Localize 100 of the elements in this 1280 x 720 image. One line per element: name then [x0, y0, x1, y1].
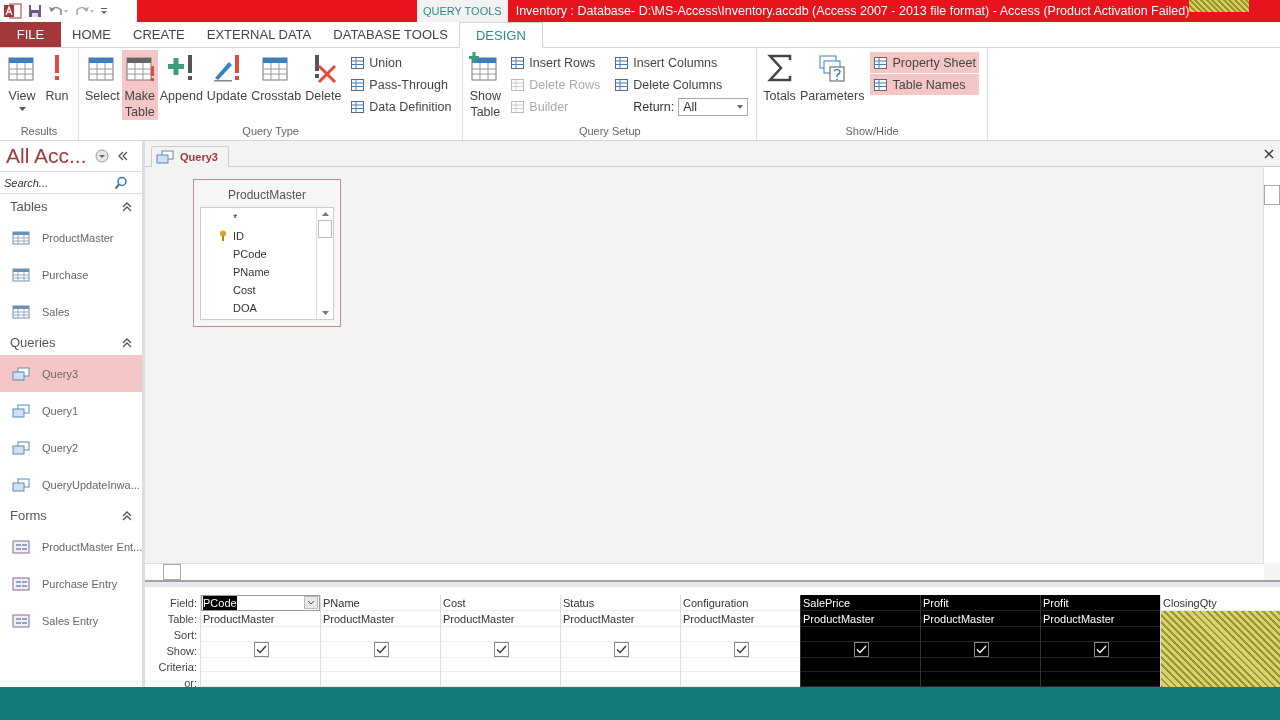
file-tab[interactable]: FILE [0, 22, 61, 47]
table-field-list[interactable]: ProductMaster * ID PCode PName Cost DOA [193, 179, 341, 327]
ribbon-tab[interactable]: CREATE [122, 22, 196, 47]
nav-item[interactable]: Sales Entry [0, 602, 142, 639]
ribbon-button[interactable]: Make Table [121, 50, 158, 120]
field-name[interactable]: * [217, 212, 238, 224]
table-name: ProductMaster [227, 187, 307, 204]
ribbon-button[interactable]: Update [204, 50, 250, 120]
dropdown-icon[interactable] [304, 596, 318, 609]
table-cell[interactable]: ProductMaster [561, 611, 680, 627]
field-cell[interactable]: Status [561, 595, 680, 611]
undo-icon[interactable] [48, 4, 68, 18]
ribbon-button[interactable]: Pass-Through [347, 74, 455, 95]
collapse-icon[interactable] [122, 201, 132, 212]
ribbon-button[interactable]: View [4, 50, 40, 120]
dropdown-icon[interactable] [94, 149, 109, 163]
checkbox[interactable] [614, 641, 629, 657]
close-icon[interactable] [1264, 148, 1274, 159]
ribbon-tab[interactable]: HOME [61, 22, 122, 47]
collapse-pane-icon[interactable] [116, 151, 129, 161]
query-icon [156, 150, 174, 164]
field-cell[interactable]: Profit [1041, 595, 1160, 611]
ribbon-button[interactable]: Delete Columns [611, 74, 749, 95]
nav-item[interactable]: Query2 [0, 429, 142, 466]
ribbon-tab[interactable]: DESIGN [458, 22, 543, 48]
table-cell[interactable]: ProductMaster [321, 611, 440, 627]
nav-item[interactable]: ProductMaster [0, 219, 142, 256]
table-icon [12, 304, 30, 319]
checkbox[interactable] [974, 641, 989, 657]
ribbon-button[interactable]: Show Table [467, 50, 504, 120]
vertical-scrollbar[interactable] [1263, 167, 1280, 563]
nav-item[interactable]: QueryUpdateInwa... [0, 466, 142, 503]
caret-icon [737, 105, 744, 109]
ribbon-button[interactable]: Delete [303, 50, 344, 120]
ribbon-button[interactable]: Insert Columns [611, 52, 749, 73]
table-icon [510, 99, 527, 114]
nav-item[interactable]: Query1 [0, 392, 142, 429]
field-name[interactable]: Cost [217, 284, 256, 296]
horizontal-scrollbar[interactable] [145, 563, 1264, 580]
collapse-icon[interactable] [122, 337, 132, 348]
field-name[interactable]: PCode [217, 248, 267, 260]
field-name[interactable]: ID [217, 230, 244, 242]
scroll-thumb[interactable] [318, 220, 332, 238]
table-icon [350, 55, 367, 70]
scroll-thumb[interactable] [1264, 185, 1280, 205]
ribbon-button[interactable]: Insert Rows [507, 52, 604, 73]
key-icon [219, 230, 227, 242]
checkbox[interactable] [494, 641, 509, 657]
ribbon-tab[interactable]: EXTERNAL DATA [195, 22, 323, 47]
up-arrow-icon[interactable] [321, 212, 329, 216]
window-title: Inventory : Database- D:\MS-Access\Inventory.accdb (Access 2007 - 2013 file format) - Access (Product Activation Failed) [514, 3, 1190, 20]
navigation-pane-title: All Acc... [6, 144, 87, 168]
ribbon-tab[interactable]: DATABASE TOOLS [322, 22, 459, 47]
scroll-thumb[interactable] [163, 564, 181, 580]
nav-item[interactable]: Query3 [0, 355, 142, 392]
save-icon[interactable] [28, 4, 42, 18]
nav-item[interactable]: Purchase [0, 256, 142, 293]
hatched-patch [1189, 0, 1250, 12]
ribbon-button[interactable]: Select [83, 50, 122, 120]
checkbox[interactable] [734, 641, 749, 657]
ribbon-button[interactable]: Crosstab [249, 50, 304, 120]
scrollbar[interactable] [316, 208, 333, 319]
search-icon[interactable] [114, 175, 128, 190]
document-tab[interactable]: Query3 [151, 146, 229, 167]
table-icon [350, 99, 367, 114]
collapse-icon[interactable] [122, 510, 132, 521]
ribbon-button[interactable]: Parameters [797, 50, 867, 120]
form-icon [12, 576, 30, 591]
nav-item[interactable]: ProductMaster Ent... [0, 528, 142, 565]
down-arrow-icon[interactable] [321, 311, 329, 315]
ribbon-button[interactable]: Append [157, 50, 205, 120]
table-cell[interactable]: ProductMaster [1041, 611, 1160, 627]
field-cell[interactable]: PCode [201, 595, 320, 611]
field-cell[interactable]: Cost [441, 595, 560, 611]
table-cell[interactable]: ProductMaster [441, 611, 560, 627]
nav-section-header: Forms [10, 508, 47, 523]
table-icon [12, 230, 30, 245]
ribbon-button[interactable]: Table Names [870, 74, 979, 95]
field-name[interactable]: DOA [217, 302, 257, 314]
table-icon [873, 77, 890, 92]
ribbon-group-label: Query Type [241, 125, 300, 139]
checkbox[interactable] [254, 641, 269, 657]
ribbon-button[interactable]: Totals [761, 50, 798, 120]
ribbon-button[interactable]: Union [347, 52, 455, 73]
table-cell[interactable]: ProductMaster [201, 611, 320, 627]
query-tools-label: QUERY TOOLS [417, 0, 508, 22]
ribbon-button[interactable]: Property Sheet [870, 52, 979, 73]
nav-item[interactable]: Sales [0, 293, 142, 330]
query-icon [12, 366, 30, 381]
field-cell[interactable]: PName [321, 595, 440, 611]
checkbox[interactable] [854, 641, 869, 657]
nav-item[interactable]: Purchase Entry [0, 565, 142, 602]
return-dropdown[interactable]: All [678, 98, 749, 116]
row-label: Table: [167, 612, 197, 627]
checkbox[interactable] [374, 641, 389, 657]
checkbox[interactable] [1094, 641, 1109, 657]
ribbon-button[interactable]: Run [40, 50, 74, 120]
customize-toolbar-icon[interactable] [100, 6, 108, 16]
field-name[interactable]: PName [217, 266, 270, 278]
ribbon-button[interactable]: Data Definition [347, 96, 455, 117]
